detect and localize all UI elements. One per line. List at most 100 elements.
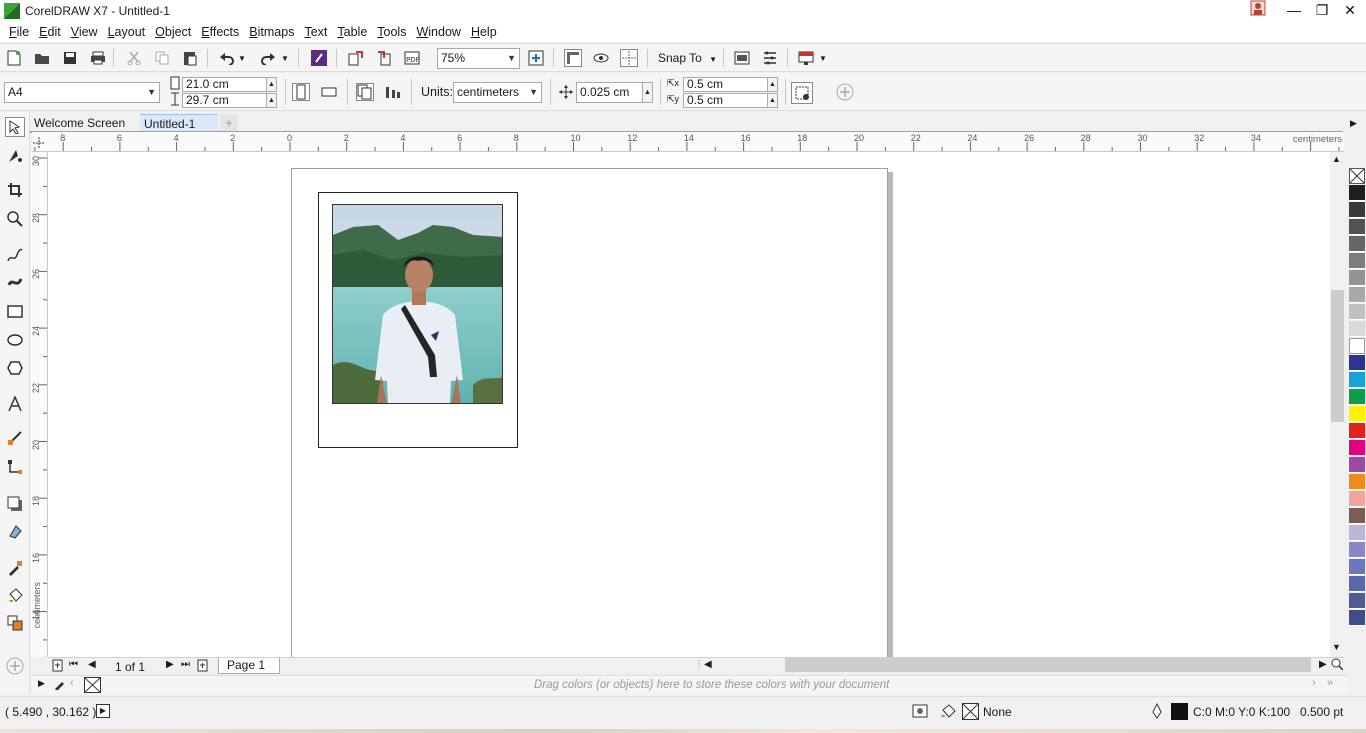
text-tool-icon[interactable] — [5, 394, 25, 414]
menu-text[interactable]: Text — [299, 25, 332, 39]
redo-icon[interactable] — [259, 49, 277, 67]
new-document-icon[interactable] — [5, 49, 23, 67]
menu-layout[interactable]: Layout — [103, 25, 151, 39]
treat-as-filled-icon[interactable] — [791, 82, 813, 104]
palette-swatch[interactable] — [1349, 338, 1365, 354]
palette-swatch[interactable] — [1349, 219, 1365, 235]
last-page-icon[interactable]: ⏭ — [181, 659, 190, 670]
snap-to-button[interactable]: Snap To ▼ — [658, 51, 717, 65]
redo-dropdown-icon[interactable]: ▼ — [280, 49, 290, 67]
palette-swatch[interactable] — [1349, 321, 1365, 337]
save-icon[interactable] — [61, 49, 79, 67]
paste-icon[interactable] — [181, 49, 199, 67]
menu-tools[interactable]: Tools — [372, 25, 411, 39]
welcome-screen-icon[interactable] — [733, 49, 751, 67]
status-flyout-icon[interactable]: ▶ — [96, 704, 110, 718]
interactive-fill-tool-icon[interactable] — [5, 586, 25, 606]
no-color-swatch-doc[interactable] — [84, 677, 101, 693]
add-page-before-icon[interactable] — [52, 659, 64, 675]
palette-swatch[interactable] — [1349, 270, 1365, 286]
menu-bitmaps[interactable]: Bitmaps — [244, 25, 299, 39]
zoom-navigator-icon[interactable] — [1331, 658, 1345, 672]
menu-effects[interactable]: Effects — [196, 25, 244, 39]
page-height-field[interactable]: 29.7 cm ▲ — [182, 93, 277, 108]
spin-up-icon[interactable]: ▲ — [266, 78, 276, 91]
drawing-canvas[interactable] — [48, 152, 1330, 657]
ellipse-tool-icon[interactable] — [5, 330, 25, 350]
menu-table[interactable]: Table — [332, 25, 372, 39]
export-icon[interactable] — [375, 49, 393, 67]
previous-page-icon[interactable]: ◀ — [88, 659, 96, 670]
palette-swatch[interactable] — [1349, 593, 1365, 609]
shape-tool-icon[interactable] — [5, 146, 25, 166]
close-button[interactable]: ✕ — [1336, 0, 1364, 22]
current-page-icon[interactable] — [384, 83, 402, 101]
menu-file[interactable]: File — [4, 25, 34, 39]
minimize-button[interactable]: — — [1280, 0, 1308, 22]
palette-swatch[interactable] — [1349, 202, 1365, 218]
page-1-tab[interactable]: Page 1 — [218, 658, 281, 674]
menu-help[interactable]: Help — [466, 25, 502, 39]
show-guidelines-icon[interactable] — [620, 49, 638, 67]
duplicate-x-field[interactable]: 0.5 cm ▲ — [683, 77, 778, 92]
add-tool-icon[interactable] — [5, 656, 25, 676]
page-width-field[interactable]: 21.0 cm ▲ — [182, 77, 277, 92]
fill-bucket-icon[interactable] — [940, 703, 956, 722]
palette-swatch[interactable] — [1349, 457, 1365, 473]
fill-none-swatch[interactable] — [962, 703, 979, 720]
next-page-icon[interactable]: ▶ — [166, 659, 174, 670]
portrait-orientation-icon[interactable] — [292, 83, 310, 101]
palette-swatch[interactable] — [1349, 559, 1365, 575]
palette-swatch[interactable] — [1349, 287, 1365, 303]
palette-swatch[interactable] — [1349, 304, 1365, 320]
menu-edit[interactable]: Edit — [34, 25, 66, 39]
open-folder-icon[interactable] — [33, 49, 51, 67]
search-content-icon[interactable] — [310, 49, 328, 67]
splitter-handle[interactable]: ⋮ — [694, 659, 704, 670]
scroll-down-icon[interactable]: ▼ — [1332, 642, 1341, 652]
color-proof-icon[interactable] — [912, 704, 928, 721]
restore-button[interactable]: ❐ — [1308, 0, 1336, 22]
menu-view[interactable]: View — [66, 25, 103, 39]
palette-swatch[interactable] — [1349, 423, 1365, 439]
palette-flyout-icon[interactable]: ▶ — [1350, 118, 1357, 129]
palette-swatch[interactable] — [1349, 474, 1365, 490]
palette-swatch[interactable] — [1349, 389, 1365, 405]
smart-fill-tool-icon[interactable] — [5, 613, 25, 633]
freehand-tool-icon[interactable] — [5, 245, 25, 265]
duplicate-y-field[interactable]: 0.5 cm ▲ — [683, 93, 778, 108]
cut-icon[interactable] — [125, 49, 143, 67]
connector-tool-icon[interactable] — [5, 457, 25, 477]
horizontal-scroll-thumb[interactable] — [785, 658, 1311, 672]
palette-swatch[interactable] — [1349, 185, 1365, 201]
publish-pdf-icon[interactable]: PDF — [403, 49, 421, 67]
crop-tool-icon[interactable] — [5, 180, 25, 200]
spin-up-icon[interactable]: ▲ — [642, 83, 652, 102]
spin-up-icon[interactable]: ▲ — [266, 94, 276, 107]
palette-swatch[interactable] — [1349, 491, 1365, 507]
palette-swatch[interactable] — [1349, 542, 1365, 558]
rectangle-tool-icon[interactable] — [5, 302, 25, 322]
copy-icon[interactable] — [153, 49, 171, 67]
show-rulers-icon[interactable] — [564, 49, 582, 67]
landscape-orientation-icon[interactable] — [320, 83, 338, 101]
add-page-after-icon[interactable] — [197, 659, 209, 675]
scroll-left-icon[interactable]: ◀ — [704, 659, 712, 670]
undo-icon[interactable] — [218, 49, 236, 67]
portrait-photo-bitmap[interactable] — [332, 204, 503, 404]
zoom-to-page-icon[interactable] — [527, 49, 545, 67]
vertical-scroll-thumb[interactable] — [1331, 290, 1344, 422]
zoom-level-combo[interactable]: 75% ▼ — [437, 48, 520, 69]
options-icon[interactable] — [761, 49, 779, 67]
palette-swatch[interactable] — [1349, 508, 1365, 524]
nudge-distance-field[interactable]: 0.025 cm ▲ — [576, 82, 653, 103]
menu-object[interactable]: Object — [150, 25, 196, 39]
import-icon[interactable] — [347, 49, 365, 67]
show-grid-icon[interactable] — [592, 49, 610, 67]
add-icon[interactable] — [836, 83, 854, 101]
eyedropper-icon[interactable] — [54, 678, 66, 693]
spin-up-icon[interactable]: ▲ — [767, 78, 777, 91]
ruler-origin-icon[interactable] — [32, 136, 48, 152]
polygon-tool-icon[interactable] — [5, 358, 25, 378]
new-tab-button[interactable]: + — [220, 114, 238, 132]
